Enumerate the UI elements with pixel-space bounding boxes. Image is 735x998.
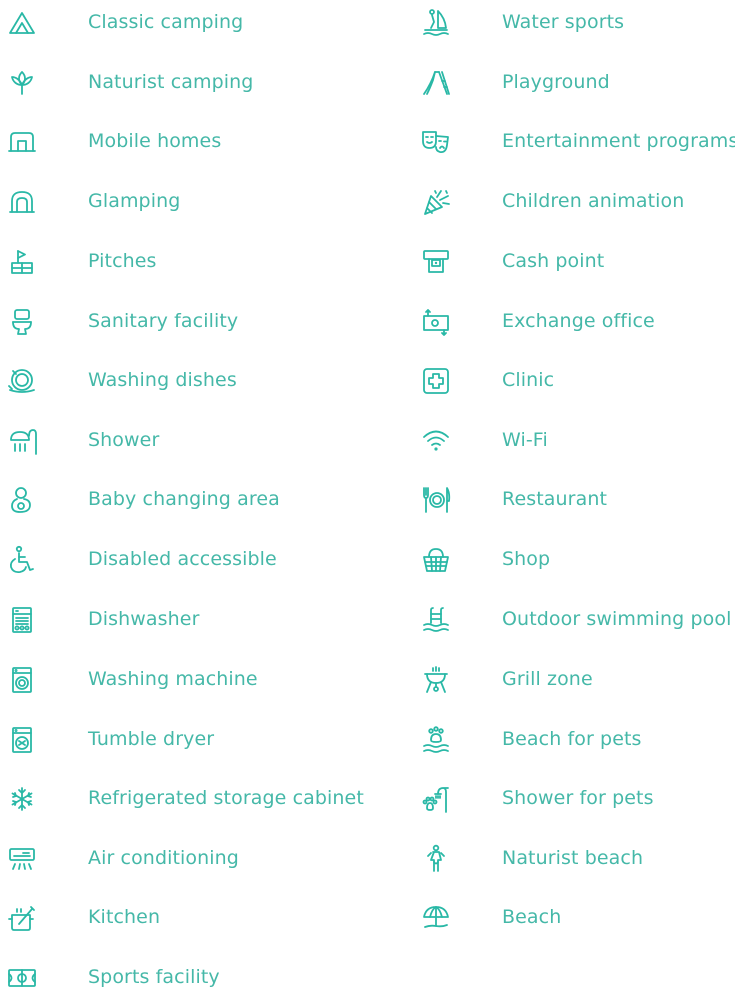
amenity-label: Mobile homes	[88, 130, 222, 152]
glamping-icon	[6, 186, 38, 218]
pitch-flag-icon	[6, 246, 38, 278]
pet-beach-icon	[420, 724, 452, 756]
toilet-icon	[6, 306, 38, 338]
amenity-label: Glamping	[88, 190, 181, 212]
tent-icon	[6, 7, 38, 39]
amenity-label: Beach	[502, 906, 562, 928]
exchange-icon	[420, 306, 452, 338]
amenity-label: Naturist beach	[502, 847, 644, 869]
kitchen-icon	[6, 902, 38, 934]
snowflake-icon	[6, 783, 38, 815]
amenity-label: Baby changing area	[88, 488, 280, 510]
dishwasher-icon	[6, 604, 38, 636]
baby-icon	[6, 484, 38, 516]
leaf-icon	[6, 67, 38, 99]
amenity-label: Exchange office	[502, 310, 655, 332]
amenity-label: Washing dishes	[88, 369, 237, 391]
basket-icon	[420, 544, 452, 576]
amenity-label: Children animation	[502, 190, 685, 212]
amenity-label: Clinic	[502, 369, 555, 391]
naturist-icon	[420, 843, 452, 875]
amenity-label: Refrigerated storage cabinet	[88, 787, 364, 809]
amenity-label: Water sports	[502, 11, 625, 33]
atm-icon	[420, 246, 452, 278]
amenity-label: Disabled accessible	[88, 548, 277, 570]
amenity-label: Washing machine	[88, 668, 258, 690]
amenity-label: Outdoor swimming pool	[502, 608, 732, 630]
sports-field-icon	[6, 962, 38, 994]
amenity-label: Naturist camping	[88, 71, 254, 93]
amenity-label: Classic camping	[88, 11, 244, 33]
amenity-label: Kitchen	[88, 906, 161, 928]
amenity-label: Shop	[502, 548, 551, 570]
amenity-label: Beach for pets	[502, 728, 642, 750]
mobile-home-icon	[6, 126, 38, 158]
medical-cross-icon	[420, 365, 452, 397]
air-conditioning-icon	[6, 843, 38, 875]
amenity-label: Wi-Fi	[502, 429, 548, 451]
party-popper-icon	[420, 186, 452, 218]
pet-shower-icon	[420, 783, 452, 815]
amenity-label: Cash point	[502, 250, 605, 272]
amenity-label: Dishwasher	[88, 608, 200, 630]
amenity-label: Sports facility	[88, 966, 220, 988]
shower-icon	[6, 425, 38, 457]
slide-icon	[420, 67, 452, 99]
amenity-label: Grill zone	[502, 668, 593, 690]
amenity-label: Playground	[502, 71, 610, 93]
windsurf-icon	[420, 7, 452, 39]
restaurant-icon	[420, 484, 452, 516]
amenity-label: Shower for pets	[502, 787, 654, 809]
amenity-label: Restaurant	[502, 488, 608, 510]
dishes-icon	[6, 365, 38, 397]
amenity-label: Sanitary facility	[88, 310, 239, 332]
amenity-label: Entertainment programs	[502, 130, 735, 152]
theater-masks-icon	[420, 126, 452, 158]
wheelchair-icon	[6, 544, 38, 576]
umbrella-icon	[420, 902, 452, 934]
amenity-label: Pitches	[88, 250, 157, 272]
pool-icon	[420, 604, 452, 636]
tumble-dryer-icon	[6, 724, 38, 756]
grill-icon	[420, 664, 452, 696]
washing-machine-icon	[6, 664, 38, 696]
amenity-label: Shower	[88, 429, 160, 451]
amenity-label: Air conditioning	[88, 847, 239, 869]
wifi-icon	[420, 425, 452, 457]
amenity-label: Tumble dryer	[88, 728, 215, 750]
